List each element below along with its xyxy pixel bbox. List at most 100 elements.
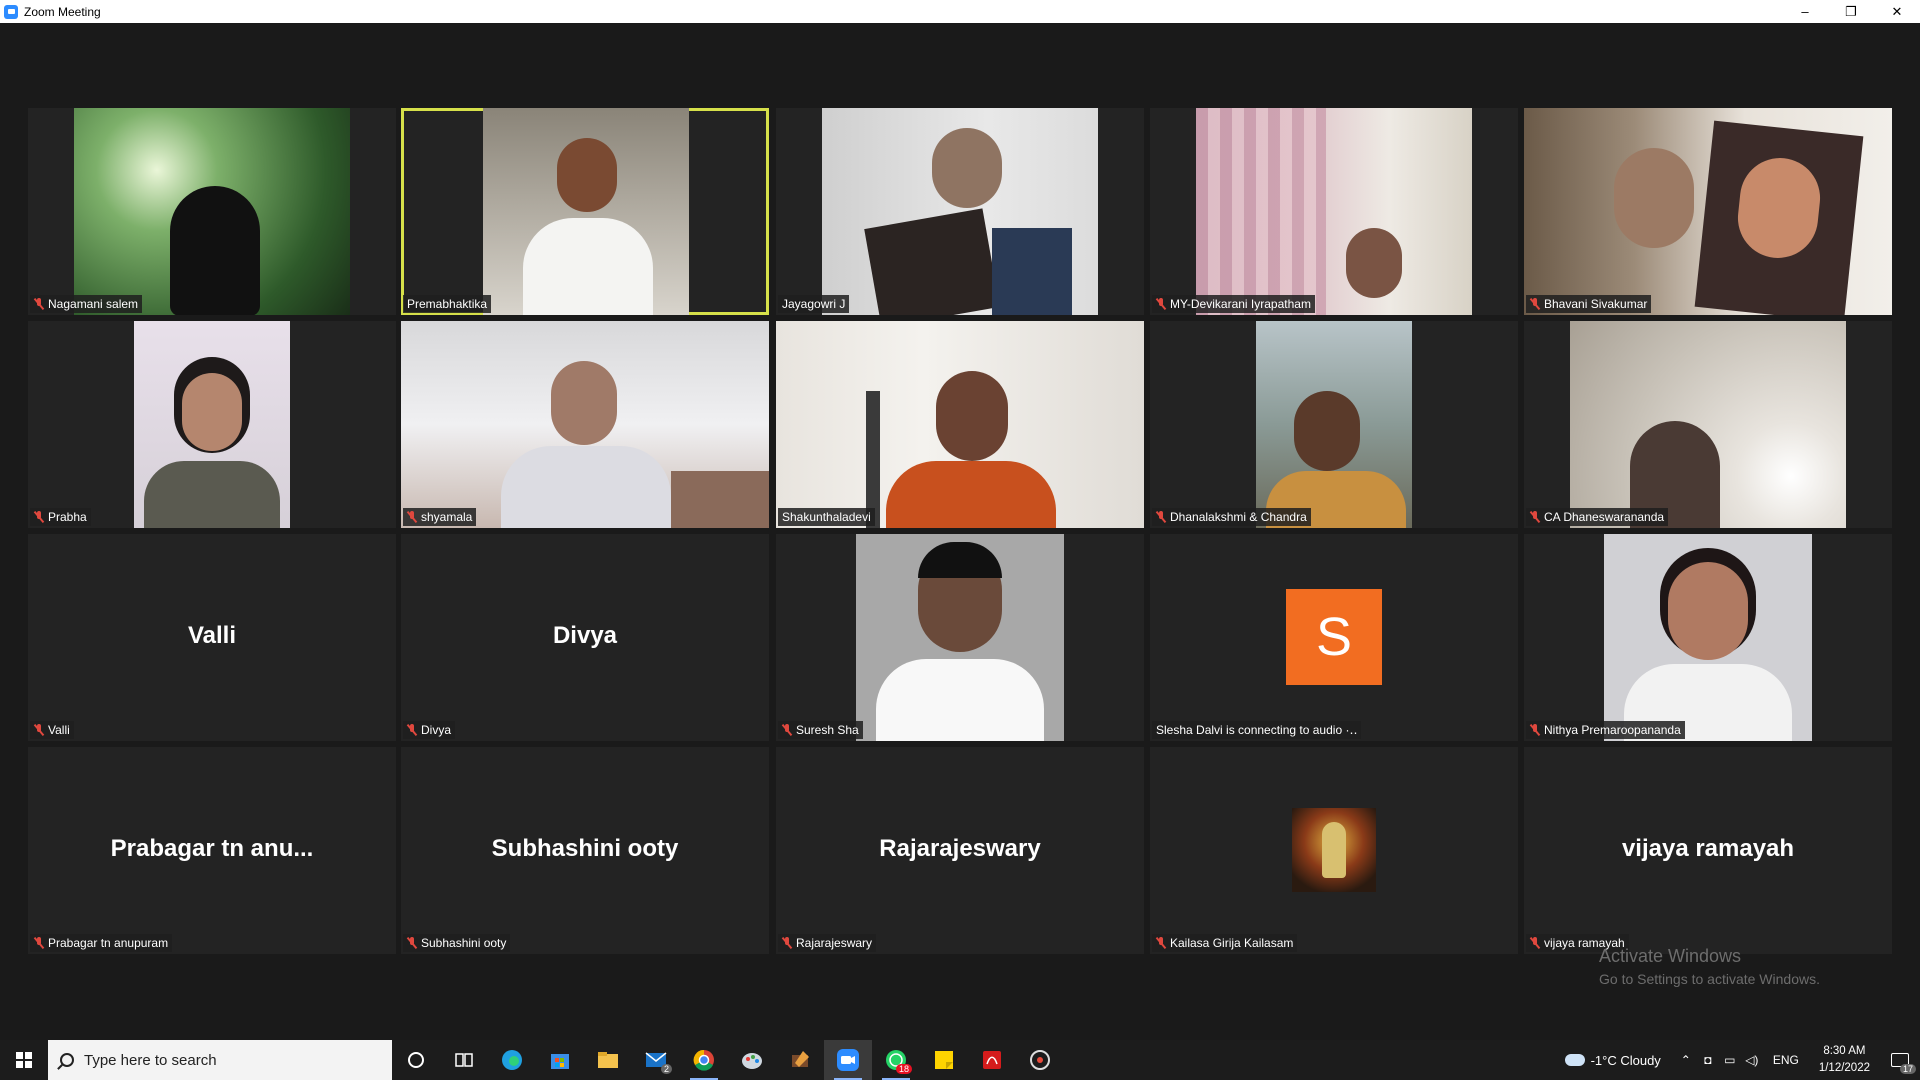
participant-tile[interactable]: Prabha xyxy=(28,321,396,528)
video-feed xyxy=(1256,321,1412,528)
display-name: vijaya ramayah xyxy=(1621,835,1795,862)
store-icon xyxy=(551,1054,569,1069)
participant-tile[interactable]: Shakunthaladevi xyxy=(776,321,1144,528)
camera-icon[interactable]: ◘ xyxy=(1697,1053,1719,1067)
windows-logo-icon xyxy=(16,1052,32,1068)
display-name: Subhashini ooty xyxy=(491,835,679,862)
mail-badge: 2 xyxy=(660,1064,672,1074)
video-feed xyxy=(1570,321,1846,528)
participant-tile[interactable]: Bhavani Sivakumar xyxy=(1524,108,1892,315)
whatsapp-button[interactable]: 18 xyxy=(872,1040,920,1080)
participant-tile[interactable]: Jayagowri J xyxy=(776,108,1144,315)
store-button[interactable] xyxy=(536,1040,584,1080)
video-feed xyxy=(401,321,769,528)
name-tag: Divya xyxy=(403,721,456,739)
media-button[interactable] xyxy=(1016,1040,1064,1080)
taskbar-search-box[interactable]: Type here to search xyxy=(48,1040,392,1080)
minimize-button[interactable]: – xyxy=(1782,0,1828,23)
app-button[interactable] xyxy=(776,1040,824,1080)
paint-button[interactable] xyxy=(728,1040,776,1080)
participant-name: Divya xyxy=(421,723,452,737)
watermark-title: Activate Windows xyxy=(1599,946,1742,966)
weather-text: -1°C Cloudy xyxy=(1590,1052,1661,1068)
system-tray: -1°C Cloudy ⌃ ◘ ▭ ◁) ENG 8:30 AM 1/12/20… xyxy=(1564,1040,1920,1080)
pdf-icon xyxy=(983,1051,1001,1069)
participant-tile[interactable]: CA Dhaneswarananda xyxy=(1524,321,1892,528)
chrome-button[interactable] xyxy=(680,1040,728,1080)
close-button[interactable]: ✕ xyxy=(1874,0,1920,23)
participant-tile[interactable]: Prabagar tn anu... Prabagar tn anupuram xyxy=(28,747,396,954)
zoom-icon xyxy=(837,1049,859,1071)
network-icon[interactable]: ▭ xyxy=(1719,1053,1741,1067)
video-feed xyxy=(483,108,689,315)
mail-button[interactable]: 2 xyxy=(632,1040,680,1080)
participant-tile[interactable]: S Slesha Dalvi is connecting to audio ·‥ xyxy=(1150,534,1518,741)
mic-muted-icon xyxy=(1530,511,1540,523)
weather-widget[interactable]: -1°C Cloudy xyxy=(1564,1052,1661,1068)
file-explorer-button[interactable] xyxy=(584,1040,632,1080)
zoom-app-icon xyxy=(4,4,18,19)
mic-muted-icon xyxy=(1156,298,1166,310)
display-name: Divya xyxy=(552,622,618,649)
restore-button[interactable]: ❐ xyxy=(1828,0,1874,23)
profile-picture xyxy=(1292,808,1376,892)
windows-taskbar: Type here to search 2 18 -1°C Cloudy ⌃ ◘… xyxy=(0,1040,1920,1080)
cortana-button[interactable] xyxy=(392,1040,440,1080)
edge-button[interactable] xyxy=(488,1040,536,1080)
participant-tile[interactable]: Suresh Sha xyxy=(776,534,1144,741)
participant-tile[interactable]: Valli Valli xyxy=(28,534,396,741)
name-tag: Kailasa Girija Kailasam xyxy=(1152,934,1298,952)
participant-tile-active-speaker[interactable]: Premabhaktika xyxy=(401,108,769,315)
participant-tile[interactable]: Nagamani salem xyxy=(28,108,396,315)
task-view-button[interactable] xyxy=(440,1040,488,1080)
participant-tile[interactable]: Rajarajeswary Rajarajeswary xyxy=(776,747,1144,954)
brush-icon xyxy=(792,1051,809,1067)
participant-tile[interactable]: Nithya Premaroopananda xyxy=(1524,534,1892,741)
search-icon xyxy=(60,1053,74,1067)
participant-tile[interactable]: Subhashini ooty Subhashini ooty xyxy=(401,747,769,954)
chevron-up-icon[interactable]: ⌃ xyxy=(1675,1053,1697,1067)
clock[interactable]: 8:30 AM 1/12/2022 xyxy=(1819,1043,1870,1077)
display-name: Prabagar tn anu... xyxy=(110,835,314,862)
name-tag: Shakunthaladevi xyxy=(778,508,875,526)
participant-name: Nithya Premaroopananda xyxy=(1544,723,1681,737)
action-center-button[interactable]: 17 xyxy=(1880,1040,1920,1080)
input-language[interactable]: ENG xyxy=(1773,1053,1799,1067)
name-tag: Prabha xyxy=(30,508,91,526)
acrobat-button[interactable] xyxy=(968,1040,1016,1080)
participant-name: Valli xyxy=(48,723,70,737)
name-tag: Dhanalakshmi & Chandra xyxy=(1152,508,1311,526)
mic-muted-icon xyxy=(34,937,44,949)
participant-tile[interactable]: Divya Divya xyxy=(401,534,769,741)
participant-name: Suresh Sha xyxy=(796,723,859,737)
window-title: Zoom Meeting xyxy=(24,4,101,19)
participant-name: Jayagowri J xyxy=(782,297,846,311)
mic-muted-icon xyxy=(34,511,44,523)
folder-icon xyxy=(598,1052,618,1068)
participant-tile[interactable]: Kailasa Girija Kailasam xyxy=(1150,747,1518,954)
participant-tile[interactable]: shyamala xyxy=(401,321,769,528)
mic-muted-icon xyxy=(1156,937,1166,949)
video-feed xyxy=(134,321,290,528)
mic-muted-icon xyxy=(782,937,792,949)
participant-name: Nagamani salem xyxy=(48,297,139,311)
participant-name: shyamala xyxy=(421,510,473,524)
gallery-view: Nagamani salem Premabhaktika Jayagowri J… xyxy=(0,23,1920,1040)
video-feed xyxy=(822,108,1098,315)
sticky-notes-button[interactable] xyxy=(920,1040,968,1080)
participant-tile[interactable]: Dhanalakshmi & Chandra xyxy=(1150,321,1518,528)
video-feed xyxy=(1524,108,1892,315)
mic-muted-icon xyxy=(1530,724,1540,736)
participant-tile[interactable]: MY-Devikarani Iyrapatham xyxy=(1150,108,1518,315)
name-tag: MY-Devikarani Iyrapatham xyxy=(1152,295,1315,313)
volume-icon[interactable]: ◁) xyxy=(1741,1053,1763,1067)
title-bar: Zoom Meeting – ❐ ✕ xyxy=(0,0,1920,23)
participant-tile[interactable]: vijaya ramayah vijaya ramayah xyxy=(1524,747,1892,954)
zoom-button[interactable] xyxy=(824,1040,872,1080)
display-name: Rajarajeswary xyxy=(879,835,1041,862)
video-feed xyxy=(776,321,1144,528)
start-button[interactable] xyxy=(0,1040,48,1080)
mic-muted-icon xyxy=(1530,298,1540,310)
sticky-note-icon xyxy=(935,1051,953,1069)
name-tag: Subhashini ooty xyxy=(403,934,511,952)
